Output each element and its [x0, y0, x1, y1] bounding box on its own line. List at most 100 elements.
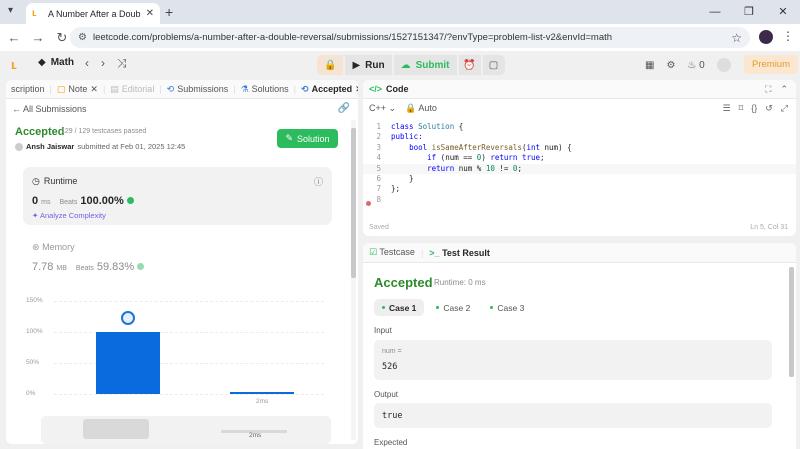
analyze-complexity-link[interactable]: ✦ Analyze Complexity: [32, 211, 106, 220]
tab-search-icon[interactable]: ▾: [8, 5, 13, 16]
run-button[interactable]: ▶ Run: [345, 55, 392, 75]
close-note-tab-icon[interactable]: ✕: [90, 84, 98, 95]
range-window[interactable]: [83, 419, 149, 439]
bookmark-star-icon[interactable]: ☆: [731, 31, 742, 45]
close-tab-icon[interactable]: ✕: [146, 8, 154, 19]
result-scrollbar[interactable]: [789, 267, 794, 447]
breakpoint-dot[interactable]: [366, 201, 371, 206]
author-avatar[interactable]: [15, 142, 23, 151]
reset-icon[interactable]: ↺: [765, 103, 773, 114]
url-field[interactable]: ⚙ leetcode.com/problems/a-number-after-a…: [70, 27, 750, 48]
collapse-icon[interactable]: ⌃: [780, 84, 788, 95]
line-number: 4: [376, 153, 381, 163]
close-window-icon[interactable]: ✕: [766, 0, 800, 24]
left-panel-tabs: scription | ▢ Note ✕ | ▤ Editorial | ⟲ Submi…: [6, 80, 358, 99]
post-solution-button[interactable]: ✎ Solution: [277, 129, 338, 148]
prev-problem-icon[interactable]: ‹: [85, 56, 89, 71]
timer-button[interactable]: ⏰: [458, 55, 481, 75]
all-submissions-link[interactable]: ← All Submissions: [12, 104, 87, 114]
format-icon[interactable]: ☰: [723, 103, 731, 114]
submit-button[interactable]: ☁ Submit: [393, 55, 457, 75]
memory-title[interactable]: ⊛ Memory: [32, 242, 75, 253]
info-icon[interactable]: ⓘ: [314, 175, 323, 188]
random-problem-icon[interactable]: ⤨: [117, 56, 127, 71]
case-tab-1[interactable]: Case 1: [374, 299, 425, 316]
memory-value-row[interactable]: 7.78 MB Beats 59.83%: [32, 261, 145, 273]
back-icon[interactable]: ←: [4, 30, 24, 45]
code-area[interactable]: 1 class Solution { 2 public: 3 bool isSame…: [363, 122, 796, 205]
tab-solutions[interactable]: ⚗ Solutions: [236, 84, 294, 95]
streak-counter[interactable]: ♨ 0: [687, 60, 704, 71]
chart-range-slider[interactable]: 2ms: [41, 416, 331, 444]
language-label: C++: [369, 103, 387, 113]
fullscreen-icon[interactable]: ⤢: [781, 103, 788, 114]
code-editor-panel: </> Code ⛶ ⌃ C++ ⌄ 🔒 Auto ☰ ⌑ {} ↺ ⤢ 1 cl…: [363, 80, 796, 236]
case-tab-3[interactable]: Case 3: [482, 299, 532, 316]
browser-menu-icon[interactable]: ⋮: [782, 29, 794, 43]
premium-button[interactable]: Premium: [744, 55, 799, 74]
code-line: 4 if (num == 0) return true;: [363, 153, 796, 163]
scrollbar-thumb[interactable]: [789, 267, 794, 377]
leetcode-navbar: ʟ ◆ Math ‹ › ⤨ 🔒 ▶ Run ☁ Submit ⏰ ▢ ▦ ⚙ …: [0, 51, 800, 79]
leetcode-logo-icon[interactable]: ʟ: [11, 57, 17, 72]
submitted-time: submitted at Feb 01, 2025 12:45: [77, 142, 186, 151]
upload-cloud-icon: ☁: [400, 59, 411, 71]
layout-grid-icon[interactable]: ▦: [645, 60, 654, 71]
site-info-icon[interactable]: ⚙: [78, 32, 87, 43]
scrollbar-thumb[interactable]: [351, 128, 356, 278]
code-token: ==: [463, 153, 473, 163]
author-name[interactable]: Ansh Jaiswar: [26, 142, 74, 151]
your-submission-marker-icon[interactable]: [121, 311, 135, 325]
y-tick-label: 50%: [26, 359, 40, 366]
code-token: if: [427, 153, 437, 163]
bookmark-icon[interactable]: ⌑: [739, 103, 744, 114]
chart-bar[interactable]: [230, 391, 294, 394]
minimize-icon[interactable]: —: [698, 0, 732, 24]
streak-count: 0: [699, 59, 705, 71]
tab-editorial[interactable]: ▤ Editorial: [105, 84, 159, 95]
debugger-lock-button[interactable]: 🔒: [317, 55, 344, 75]
notes-button[interactable]: ▢: [482, 55, 505, 75]
tab-testcase[interactable]: ☑ Testcase: [369, 247, 415, 258]
user-avatar[interactable]: [716, 58, 731, 72]
next-problem-icon[interactable]: ›: [101, 56, 105, 71]
browser-tab-bar: ▾ ʟ A Number After a Double Reve ✕ + — ❐…: [0, 0, 800, 24]
tab-description-label: scription: [11, 84, 45, 94]
case-tab-2[interactable]: Case 2: [428, 299, 478, 316]
reload-icon[interactable]: ↻: [52, 30, 72, 46]
restore-icon[interactable]: ❐: [732, 0, 766, 24]
forward-icon[interactable]: →: [28, 30, 48, 45]
auto-mode[interactable]: 🔒 Auto: [405, 103, 437, 114]
code-token: isSameAfterReversals: [431, 142, 522, 152]
share-link-icon[interactable]: 🔗: [338, 103, 350, 114]
line-number: 3: [376, 142, 381, 152]
browser-tab[interactable]: ʟ A Number After a Double Reve ✕: [26, 3, 160, 24]
tab-accepted[interactable]: ⟲Accepted✕: [296, 84, 358, 95]
tab-description[interactable]: scription: [6, 84, 50, 94]
code-token: return: [490, 153, 518, 163]
new-tab-icon[interactable]: +: [165, 4, 173, 20]
play-icon: ▶: [352, 59, 361, 71]
line-number: 2: [376, 132, 381, 142]
problem-list-link[interactable]: ◆ Math: [38, 57, 74, 68]
language-select[interactable]: C++ ⌄: [369, 103, 396, 114]
tab-submissions[interactable]: ⟲ Submissions: [162, 84, 234, 95]
chart-bar[interactable]: [96, 332, 160, 394]
close-accepted-tab-icon[interactable]: ✕: [355, 84, 358, 95]
pass-dot-icon: [436, 306, 440, 309]
runtime-card[interactable]: ◷ Runtime ⓘ 0 ms Beats 100.00% ✦ Analyze…: [23, 167, 332, 225]
test-result-panel: ☑ Testcase | >_ Test Result Accepted Run…: [363, 243, 796, 449]
profile-avatar[interactable]: [759, 30, 773, 44]
fire-icon: ♨: [687, 59, 697, 71]
settings-gear-icon[interactable]: ⚙: [666, 60, 675, 71]
expected-label: Expected: [374, 438, 408, 447]
tab-note[interactable]: ▢ Note ✕: [52, 84, 103, 95]
left-panel-scrollbar[interactable]: [351, 120, 356, 440]
note-icon: ▢: [488, 59, 499, 71]
braces-icon[interactable]: {}: [751, 103, 757, 114]
code-title: Code: [386, 84, 409, 94]
testcases-passed: 129 / 129 testcases passed: [61, 128, 147, 135]
maximize-icon[interactable]: ⛶: [765, 84, 771, 95]
tab-solutions-label: Solutions: [251, 84, 289, 94]
tab-test-result[interactable]: >_ Test Result: [429, 248, 490, 258]
